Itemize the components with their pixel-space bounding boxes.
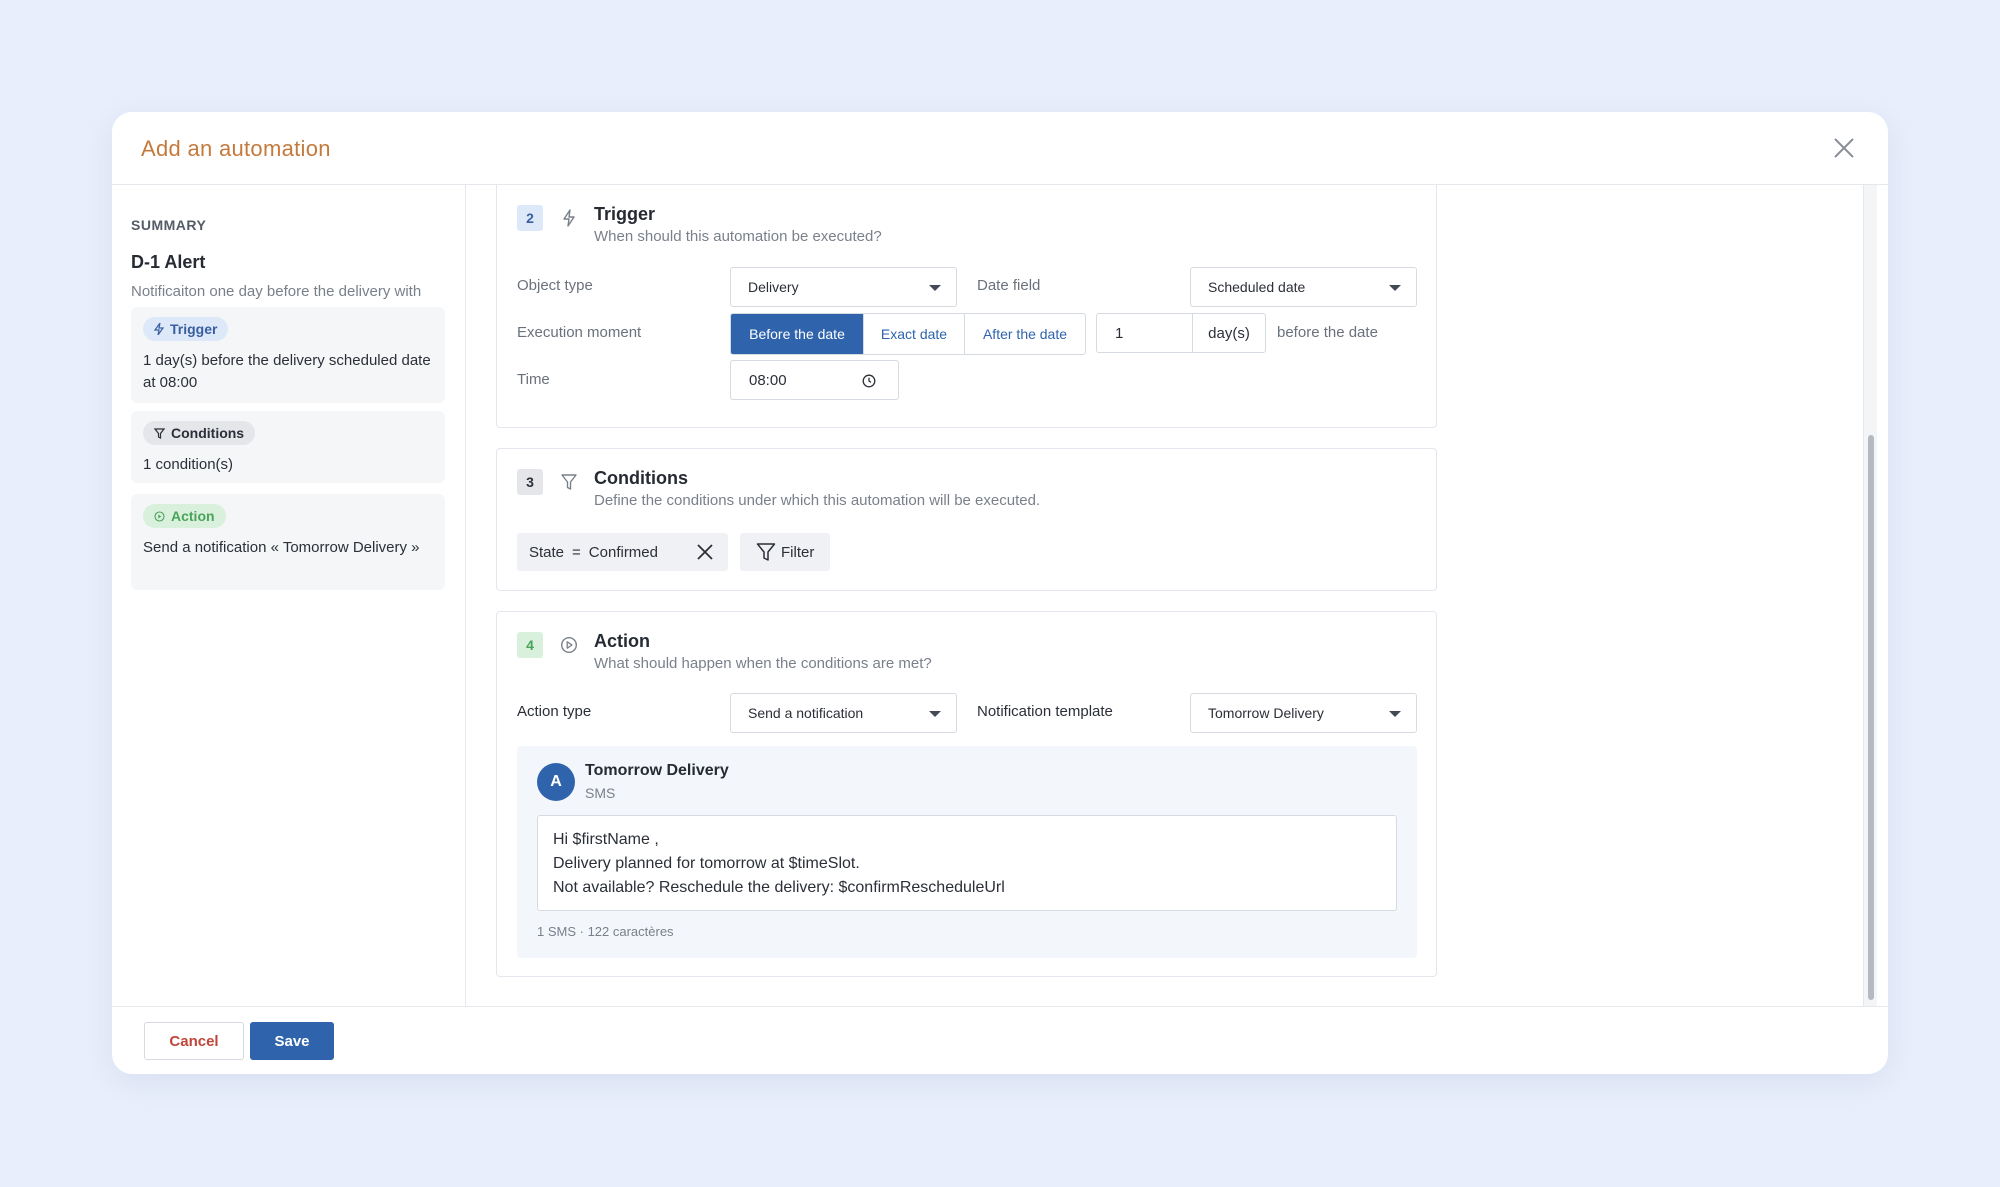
modal-title: Add an automation	[141, 136, 331, 161]
time-input[interactable]: 08:00	[730, 360, 899, 400]
bolt-icon	[154, 323, 164, 335]
filter-icon	[756, 543, 776, 561]
conditions-section: 3 Conditions Define the conditions under…	[496, 448, 1437, 591]
cancel-button[interactable]: Cancel	[144, 1022, 244, 1060]
summary-trigger-text: 1 day(s) before the delivery scheduled d…	[143, 352, 431, 391]
object-type-select[interactable]: Delivery	[730, 267, 957, 307]
summary-name: D-1 Alert	[131, 252, 206, 272]
notification-preview: A Tomorrow Delivery SMS Hi $firstName , …	[517, 746, 1417, 958]
summary-sidebar: SUMMARY D-1 Alert Notificaiton one day b…	[112, 185, 466, 1006]
time-label: Time	[517, 371, 550, 388]
remove-condition-icon[interactable]	[696, 543, 714, 561]
summary-trigger-card[interactable]: Trigger 1 day(s) before the delivery sch…	[131, 307, 445, 403]
summary-conditions-text: 1 condition(s)	[143, 456, 234, 473]
execution-moment-toggle: Before the date Exact date After the dat…	[730, 313, 1086, 355]
bolt-icon	[563, 209, 575, 227]
action-chip-label: Action	[171, 508, 215, 524]
content-scrollbar[interactable]	[1863, 185, 1877, 1006]
automation-modal: Add an automation SUMMARY D-1 Alert Noti…	[112, 112, 1888, 1074]
date-field-value: Scheduled date	[1208, 279, 1306, 295]
summary-action-text: Send a notification « Tomorrow Delivery …	[143, 539, 420, 556]
summary-label: SUMMARY	[131, 217, 207, 233]
modal-header: Add an automation	[112, 112, 1888, 185]
chevron-down-icon	[1389, 711, 1401, 717]
summary-action-card[interactable]: Action Send a notification « Tomorrow De…	[131, 494, 445, 590]
action-type-value: Send a notification	[748, 705, 864, 721]
avatar: A	[537, 763, 575, 801]
scrollbar-thumb[interactable]	[1868, 435, 1874, 1000]
filter-icon	[561, 474, 577, 490]
option-before-date[interactable]: Before the date	[731, 314, 863, 354]
chevron-down-icon	[929, 711, 941, 717]
offset-unit: day(s)	[1208, 324, 1250, 342]
action-subtitle: What should happen when the conditions a…	[594, 655, 932, 672]
condition-field: State	[529, 543, 565, 561]
message-line: Delivery planned for tomorrow at $timeSl…	[553, 855, 860, 872]
preview-channel: SMS	[585, 785, 616, 801]
trigger-section: 2 Trigger When should this automation be…	[496, 185, 1437, 428]
close-icon	[1834, 138, 1854, 158]
trigger-step-number: 2	[517, 205, 543, 231]
action-type-label: Action type	[517, 703, 592, 720]
date-field-select[interactable]: Scheduled date	[1190, 267, 1417, 307]
action-title: Action	[594, 631, 650, 651]
date-field-label: Date field	[977, 277, 1041, 294]
trigger-title: Trigger	[594, 204, 656, 224]
conditions-chip-label: Conditions	[171, 425, 245, 441]
sms-count: 1 SMS · 122 caractères	[537, 924, 674, 939]
object-type-label: Object type	[517, 277, 593, 294]
condition-operator: =	[572, 543, 581, 561]
offset-input[interactable]: 1 day(s)	[1096, 313, 1266, 353]
play-circle-icon	[154, 510, 165, 522]
object-type-value: Delivery	[748, 279, 799, 295]
filter-icon	[154, 427, 165, 439]
conditions-chip: Conditions	[143, 421, 256, 445]
automation-form: 2 Trigger When should this automation be…	[467, 185, 1877, 1006]
time-value: 08:00	[749, 371, 787, 389]
close-button[interactable]	[1830, 134, 1858, 162]
conditions-title: Conditions	[594, 468, 688, 488]
save-button[interactable]: Save	[250, 1022, 334, 1060]
option-after-date[interactable]: After the date	[964, 314, 1085, 354]
option-exact-date[interactable]: Exact date	[863, 314, 964, 354]
action-type-select[interactable]: Send a notification	[730, 693, 957, 733]
template-label: Notification template	[977, 703, 1113, 720]
trigger-chip: Trigger	[143, 317, 229, 341]
action-chip: Action	[143, 504, 226, 528]
action-section: 4 Action What should happen when the con…	[496, 611, 1437, 977]
preview-title: Tomorrow Delivery	[585, 762, 729, 779]
message-line: Hi $firstName ,	[553, 831, 659, 848]
action-step-number: 4	[517, 632, 543, 658]
execution-moment-label: Execution moment	[517, 324, 642, 341]
filter-label: Filter	[781, 543, 815, 561]
trigger-subtitle: When should this automation be executed?	[594, 228, 882, 245]
trigger-chip-label: Trigger	[170, 321, 218, 337]
play-circle-icon	[560, 636, 578, 654]
template-select[interactable]: Tomorrow Delivery	[1190, 693, 1417, 733]
add-filter-button[interactable]: Filter	[740, 533, 830, 571]
condition-chip[interactable]: State = Confirmed	[517, 533, 728, 571]
conditions-step-number: 3	[517, 469, 543, 495]
condition-value: Confirmed	[588, 543, 658, 561]
offset-value[interactable]: 1	[1097, 314, 1193, 352]
message-line: Not available? Reschedule the delivery: …	[553, 879, 1005, 896]
clock-icon	[862, 374, 876, 388]
modal-footer: Cancel Save	[112, 1006, 1888, 1074]
summary-conditions-card[interactable]: Conditions 1 condition(s)	[131, 411, 445, 483]
conditions-subtitle: Define the conditions under which this a…	[594, 492, 1041, 509]
template-value: Tomorrow Delivery	[1208, 705, 1324, 721]
chevron-down-icon	[929, 285, 941, 291]
chevron-down-icon	[1389, 285, 1401, 291]
offset-suffix: before the date	[1277, 324, 1378, 341]
preview-message: Hi $firstName , Delivery planned for tom…	[537, 815, 1397, 911]
